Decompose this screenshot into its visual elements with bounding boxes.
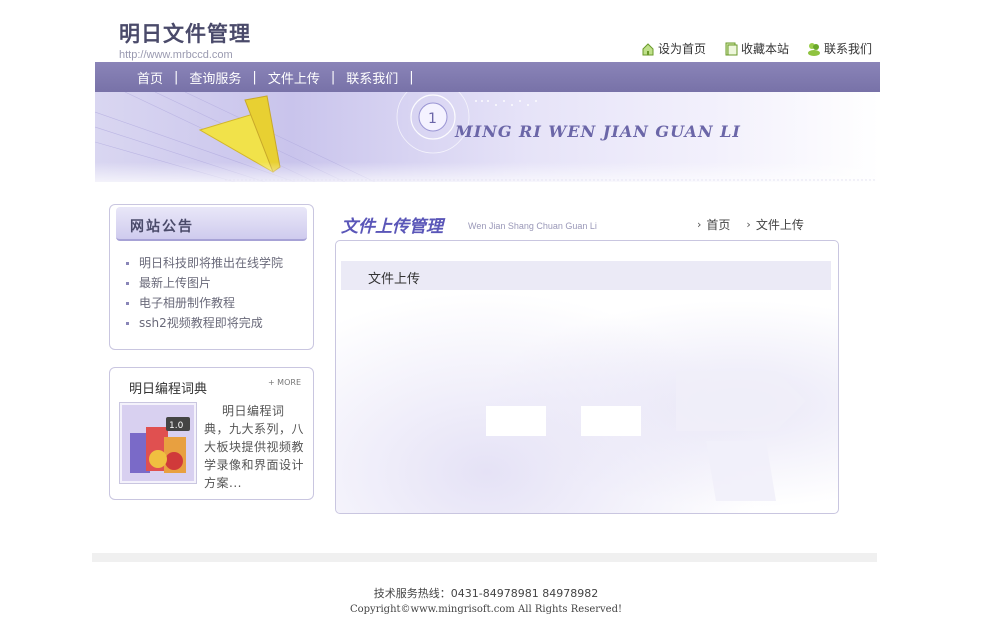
dictionary-panel: 明日编程词典 + MORE 1.0 明日编程词典，九大系列，八大板块提供视频教学… (109, 367, 314, 500)
upload-section-label: 文件上传 (368, 272, 421, 287)
footer-copyright: Copyright©www.mingrisoft.com All Rights … (349, 604, 623, 615)
notice-item-label: 电子相册制作教程 (139, 296, 236, 310)
notice-item-label: 明日科技即将推出在线学院 (139, 256, 284, 270)
banner: 1 MING RI WEN JIAN GUAN LI (95, 92, 880, 182)
nav-separator: | (174, 69, 179, 85)
bookmark-link[interactable]: 收藏本站 (724, 40, 789, 57)
bookmark-label: 收藏本站 (740, 42, 789, 56)
dictionary-title: 明日编程词典 (129, 382, 208, 397)
notice-item[interactable]: 最新上传图片 (126, 273, 313, 293)
page: 明日文件管理 http://www.mrbccd.com 设为首页 收藏本站 联… (92, 0, 880, 635)
nav-separator: | (330, 69, 336, 85)
site-title: 明日文件管理 (119, 22, 251, 46)
main-nav: 首页 | 查询服务 | 文件上传 | 联系我们 | (95, 62, 880, 92)
version-badge: 1.0 (169, 421, 184, 431)
nav-item-contact[interactable]: 联系我们 (346, 68, 398, 87)
top-links: 设为首页 收藏本站 联系我们 (641, 40, 872, 57)
bullet-icon (126, 261, 129, 265)
content-panel: 文件上传 (335, 240, 839, 514)
contact-label: 联系我们 (823, 42, 872, 56)
breadcrumb-upload[interactable]: › 文件上传 (746, 216, 803, 233)
breadcrumb-upload-label: 文件上传 (755, 218, 804, 232)
home-icon (642, 42, 654, 55)
bullet-icon (126, 301, 129, 305)
bookmark-icon (725, 42, 738, 55)
chevron-right-icon: › (697, 218, 702, 231)
chevron-right-icon: › (746, 218, 751, 231)
more-link[interactable]: + MORE (268, 378, 301, 387)
svg-text:1: 1 (428, 111, 437, 127)
upload-section-header: 文件上传 (341, 261, 831, 290)
nav-separator: | (252, 69, 257, 85)
notice-panel: 网站公告 明日科技即将推出在线学院 最新上传图片 电子相册制作教程 ssh2视频… (109, 204, 314, 350)
notice-item[interactable]: 电子相册制作教程 (126, 293, 313, 313)
notice-item[interactable]: 明日科技即将推出在线学院 (126, 253, 313, 273)
nav-item-upload[interactable]: 文件上传 (268, 68, 320, 87)
notice-title: 网站公告 (130, 219, 194, 235)
nav-item-query[interactable]: 查询服务 (189, 68, 241, 87)
dictionary-product-image[interactable]: 1.0 (119, 402, 197, 484)
site-url: http://www.mrbccd.com (119, 49, 233, 61)
contact-link[interactable]: 联系我们 (807, 40, 872, 57)
notice-item[interactable]: ssh2视频教程即将完成 (126, 313, 313, 333)
product-box-icon: 1.0 (122, 405, 194, 481)
notice-item-label: ssh2视频教程即将完成 (139, 316, 263, 330)
nav-item-home[interactable]: 首页 (137, 68, 163, 87)
breadcrumb: › 首页 › 文件上传 (697, 216, 804, 233)
bullet-icon (126, 321, 129, 325)
notice-header: 网站公告 (116, 207, 307, 241)
breadcrumb-home-label: 首页 (706, 218, 731, 232)
contact-icon (807, 42, 820, 56)
footer-hotline: 技术服务热线：0431-84978981 84978982 (373, 587, 599, 600)
dictionary-description: 明日编程词典，九大系列，八大板块提供视频教学录像和界面设计方案... (204, 404, 305, 490)
page-subtitle: Wen Jian Shang Chuan Guan Li (468, 221, 597, 231)
bullet-icon (126, 281, 129, 285)
page-title: 文件上传管理 (341, 217, 443, 237)
notice-list: 明日科技即将推出在线学院 最新上传图片 电子相册制作教程 ssh2视频教程即将完… (110, 253, 313, 333)
set-homepage-link[interactable]: 设为首页 (641, 40, 706, 57)
footer-divider (92, 553, 877, 562)
banner-title: MING RI WEN JIAN GUAN LI (455, 122, 741, 141)
nav-separator: | (409, 69, 414, 85)
banner-fade (95, 162, 880, 182)
set-homepage-label: 设为首页 (657, 42, 706, 56)
breadcrumb-home[interactable]: › 首页 (697, 216, 730, 233)
notice-item-label: 最新上传图片 (139, 276, 212, 290)
site-logo[interactable]: 明日文件管理 http://www.mrbccd.com (119, 18, 251, 61)
